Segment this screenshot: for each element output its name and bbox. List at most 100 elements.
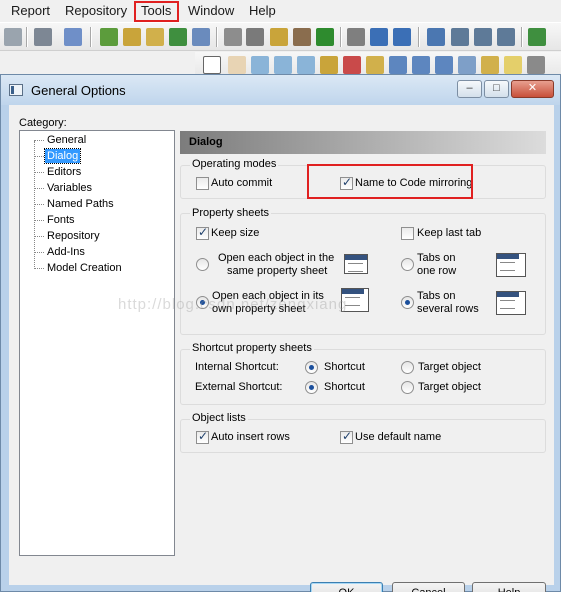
tabs-one-row-radio[interactable] bbox=[401, 258, 414, 271]
cancel-button[interactable]: Cancel bbox=[392, 582, 465, 592]
cut-icon[interactable] bbox=[224, 28, 242, 46]
open-own-sheet-radio[interactable] bbox=[196, 296, 209, 309]
refresh-icon[interactable] bbox=[169, 28, 187, 46]
view-icon[interactable] bbox=[412, 56, 430, 74]
dialog-title: General Options bbox=[31, 83, 126, 98]
scissors-icon[interactable] bbox=[343, 56, 361, 74]
close-button[interactable]: ✕ bbox=[511, 80, 554, 98]
open-same-sheet-line2: same property sheet bbox=[227, 265, 328, 277]
tree-item-dialog[interactable]: Dialog bbox=[43, 148, 82, 164]
main-toolbar bbox=[0, 22, 561, 51]
name-to-code-highlight-box bbox=[307, 164, 473, 199]
keep-size-checkbox[interactable] bbox=[196, 225, 209, 240]
note-icon[interactable] bbox=[504, 56, 522, 74]
file-icon[interactable] bbox=[481, 56, 499, 74]
property-sheets-title: Property sheets bbox=[190, 207, 272, 219]
tabs-one-row-line2: one row bbox=[417, 265, 457, 277]
internal-target-radio[interactable] bbox=[401, 361, 414, 374]
general-options-dialog: General Options – □ ✕ Category: General … bbox=[0, 74, 561, 592]
window2-icon[interactable] bbox=[451, 28, 469, 46]
external-target-radio[interactable] bbox=[401, 381, 414, 394]
hand-icon[interactable] bbox=[228, 56, 246, 74]
toolbar-separator bbox=[216, 27, 218, 47]
pointer-icon[interactable] bbox=[203, 56, 221, 74]
new-icon[interactable] bbox=[100, 28, 118, 46]
minimize-button[interactable]: – bbox=[457, 80, 482, 98]
tree-item-variables[interactable]: Variables bbox=[45, 181, 94, 195]
tree-item-model-creation[interactable]: Model Creation bbox=[45, 261, 124, 275]
open-same-sheet-radio[interactable] bbox=[196, 258, 209, 271]
dialog-titlebar[interactable]: General Options – □ ✕ bbox=[1, 75, 560, 105]
operating-modes-title: Operating modes bbox=[190, 158, 279, 170]
tree-branch bbox=[34, 188, 44, 189]
tabs-several-rows-line2: several rows bbox=[417, 303, 479, 315]
menu-report[interactable]: Report bbox=[11, 3, 50, 18]
keep-last-tab-label: Keep last tab bbox=[417, 227, 482, 239]
tree-branch bbox=[34, 156, 44, 157]
font-icon[interactable] bbox=[316, 28, 334, 46]
maximize-button[interactable]: □ bbox=[484, 80, 509, 98]
window-icon[interactable] bbox=[427, 28, 445, 46]
model-icon[interactable] bbox=[34, 28, 52, 46]
open-own-sheet-line2: own property sheet bbox=[212, 303, 306, 315]
fill-icon[interactable] bbox=[293, 28, 311, 46]
tree-item-editors[interactable]: Editors bbox=[45, 165, 83, 179]
properties-icon[interactable] bbox=[320, 56, 338, 74]
tree-branch bbox=[34, 140, 44, 141]
tree-item-general[interactable]: General bbox=[45, 133, 88, 147]
external-shortcut-radio[interactable] bbox=[305, 381, 318, 394]
window4-icon[interactable] bbox=[497, 28, 515, 46]
open-icon[interactable] bbox=[123, 28, 141, 46]
zoom-icon[interactable] bbox=[297, 56, 315, 74]
tabs-several-rows-radio[interactable] bbox=[401, 296, 414, 309]
open-same-sheet-line1: Open each object in the bbox=[218, 252, 335, 264]
zoom-out-icon[interactable] bbox=[274, 56, 292, 74]
help-button[interactable]: Help bbox=[472, 582, 546, 592]
link-icon[interactable] bbox=[527, 56, 545, 74]
zoom-in-icon[interactable] bbox=[251, 56, 269, 74]
keep-last-tab-checkbox[interactable] bbox=[401, 227, 414, 240]
ok-button[interactable]: OK bbox=[310, 582, 383, 592]
undo-icon[interactable] bbox=[4, 28, 22, 46]
tree-item-fonts[interactable]: Fonts bbox=[45, 213, 77, 227]
several-rows-tabs-icon bbox=[496, 291, 526, 315]
menu-repository[interactable]: Repository bbox=[65, 3, 127, 18]
check-icon[interactable] bbox=[192, 28, 210, 46]
auto-commit-checkbox[interactable] bbox=[196, 177, 209, 190]
table-icon[interactable] bbox=[389, 56, 407, 74]
settings-icon[interactable] bbox=[64, 28, 82, 46]
copy-icon[interactable] bbox=[246, 28, 264, 46]
reference-icon[interactable] bbox=[458, 56, 476, 74]
procedure-icon[interactable] bbox=[435, 56, 453, 74]
folder-icon[interactable] bbox=[347, 28, 365, 46]
tabs-several-rows-line1: Tabs on bbox=[417, 290, 456, 302]
internal-shortcut-option: Shortcut bbox=[324, 361, 365, 373]
use-default-name-checkbox[interactable] bbox=[340, 429, 353, 444]
forward-icon[interactable] bbox=[393, 28, 411, 46]
back-icon[interactable] bbox=[370, 28, 388, 46]
internal-shortcut-radio[interactable] bbox=[305, 361, 318, 374]
auto-insert-rows-label: Auto insert rows bbox=[211, 431, 290, 443]
package-icon[interactable] bbox=[366, 56, 384, 74]
pencil-icon[interactable] bbox=[270, 28, 288, 46]
internal-shortcut-label: Internal Shortcut: bbox=[195, 361, 279, 373]
tree-item-named-paths[interactable]: Named Paths bbox=[45, 197, 116, 211]
menu-window[interactable]: Window bbox=[188, 3, 234, 18]
menu-help[interactable]: Help bbox=[249, 3, 276, 18]
generate-icon[interactable] bbox=[528, 28, 546, 46]
tabs-one-row-line1: Tabs on bbox=[417, 252, 456, 264]
toolbar-separator bbox=[340, 27, 342, 47]
keep-size-label: Keep size bbox=[211, 227, 260, 239]
page-title: Dialog bbox=[189, 136, 223, 148]
tools-highlight-box bbox=[134, 1, 179, 22]
tree-item-add-ins[interactable]: Add-Ins bbox=[45, 245, 87, 259]
save-icon[interactable] bbox=[146, 28, 164, 46]
external-shortcut-option: Shortcut bbox=[324, 381, 365, 393]
dialog-client-area: Category: General Dialog Editors Variabl… bbox=[9, 105, 554, 592]
tree-item-repository[interactable]: Repository bbox=[45, 229, 102, 243]
auto-insert-rows-checkbox[interactable] bbox=[196, 429, 209, 444]
toolbar-separator bbox=[90, 27, 92, 47]
category-tree[interactable]: General Dialog Editors Variables Named P… bbox=[19, 130, 175, 556]
window3-icon[interactable] bbox=[474, 28, 492, 46]
tree-branch bbox=[34, 268, 44, 269]
